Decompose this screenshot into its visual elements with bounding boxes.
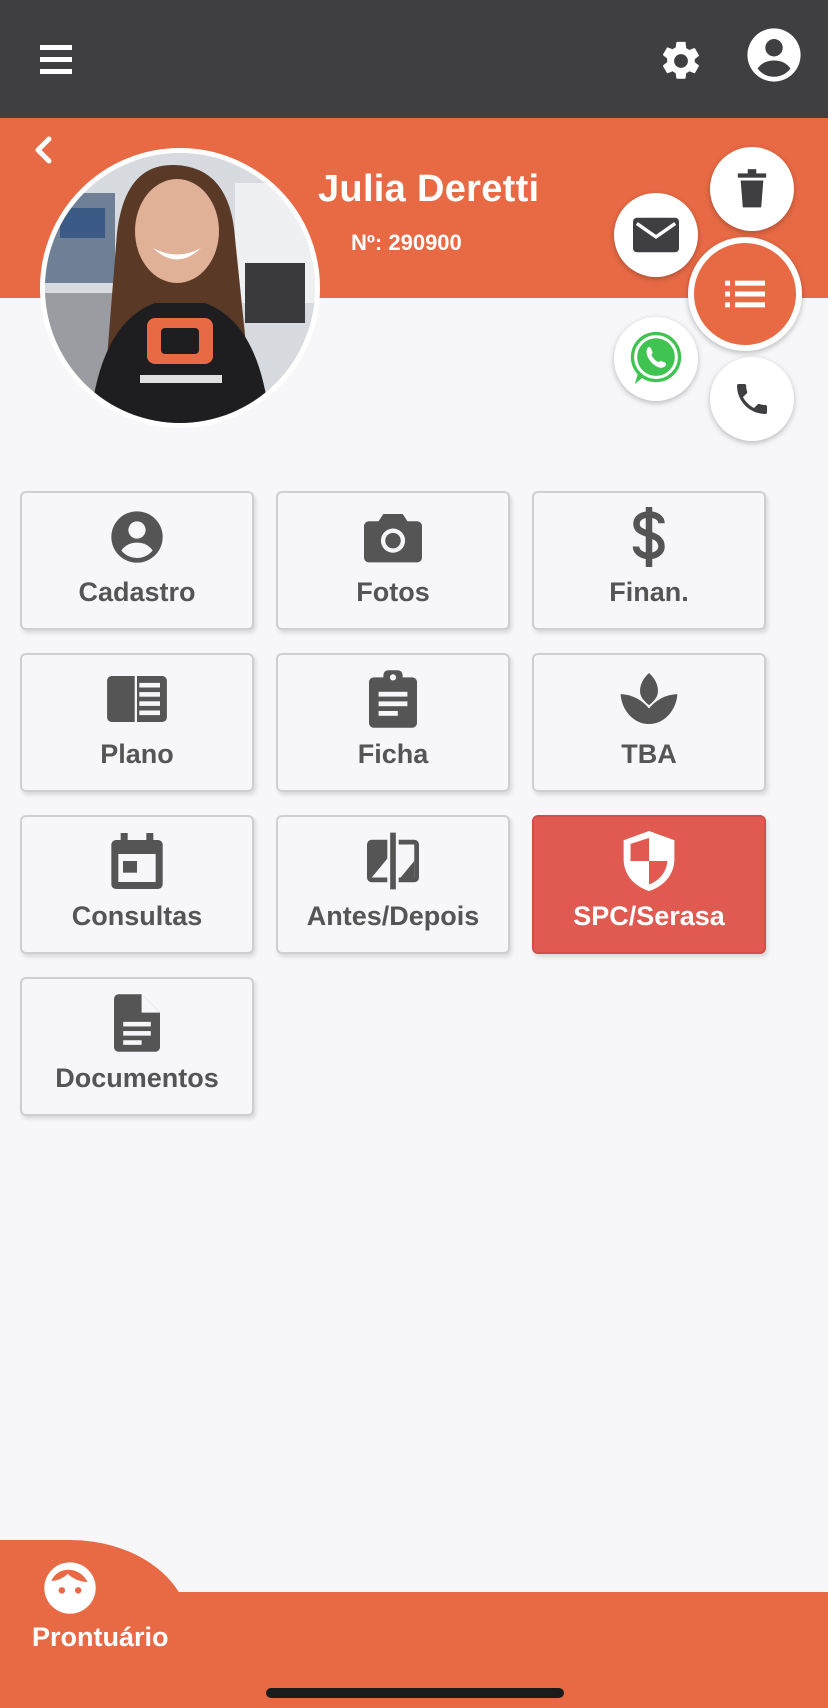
tile-spc-serasa[interactable]: SPC/Serasa — [532, 815, 766, 954]
mail-icon — [633, 217, 679, 253]
tile-label: Fotos — [356, 577, 430, 607]
menu-icon[interactable] — [30, 34, 82, 86]
account-circle-icon[interactable] — [743, 24, 805, 86]
list-icon — [725, 280, 765, 308]
tile-ficha[interactable]: Ficha — [276, 653, 510, 792]
tile-label: Cadastro — [78, 577, 196, 607]
tile-label: Plano — [100, 739, 174, 769]
dollar-icon — [619, 507, 679, 567]
email-button[interactable] — [614, 193, 698, 277]
tile-label: Documentos — [55, 1063, 219, 1093]
document-icon — [107, 993, 167, 1053]
back-chevron-icon[interactable] — [26, 132, 62, 168]
clipboard-icon — [363, 669, 423, 729]
compare-icon — [363, 831, 423, 891]
tile-cadastro[interactable]: Cadastro — [20, 491, 254, 630]
tile-antes-depois[interactable]: Antes/Depois — [276, 815, 510, 954]
tile-documentos[interactable]: Documentos — [20, 977, 254, 1116]
tile-tba[interactable]: TBA — [532, 653, 766, 792]
tile-label: Consultas — [71, 901, 203, 931]
whatsapp-icon — [630, 331, 682, 385]
patient-number: Nº: 290900 — [351, 230, 462, 255]
tile-label: Antes/Depois — [306, 901, 480, 931]
delete-button[interactable] — [710, 147, 794, 231]
face-icon[interactable] — [42, 1560, 98, 1616]
phone-icon — [737, 384, 767, 414]
plan-book-icon — [107, 669, 167, 729]
tab-label-prontuario: Prontuário — [32, 1622, 169, 1652]
tile-consultas[interactable]: Consultas — [20, 815, 254, 954]
tile-fotos[interactable]: Fotos — [276, 491, 510, 630]
tile-plano[interactable]: Plano — [20, 653, 254, 792]
camera-icon — [363, 507, 423, 567]
patient-avatar[interactable] — [40, 148, 320, 428]
calendar-icon — [107, 831, 167, 891]
tile-financeiro[interactable]: Finan. — [532, 491, 766, 630]
actions-menu-button[interactable] — [688, 237, 802, 351]
account-circle-icon — [107, 507, 167, 567]
lotus-icon — [619, 669, 679, 729]
call-button[interactable] — [710, 357, 794, 441]
tile-label: Ficha — [357, 739, 429, 769]
whatsapp-button[interactable] — [614, 317, 698, 401]
tile-label: SPC/Serasa — [573, 901, 725, 931]
gear-icon[interactable] — [652, 32, 710, 90]
shield-icon — [619, 831, 679, 891]
top-app-bar — [0, 0, 828, 118]
tile-label: TBA — [621, 739, 677, 769]
patient-name: Julia Deretti — [318, 168, 540, 210]
tile-label: Finan. — [609, 577, 689, 607]
home-indicator — [266, 1688, 564, 1698]
delete-icon — [737, 169, 767, 208]
